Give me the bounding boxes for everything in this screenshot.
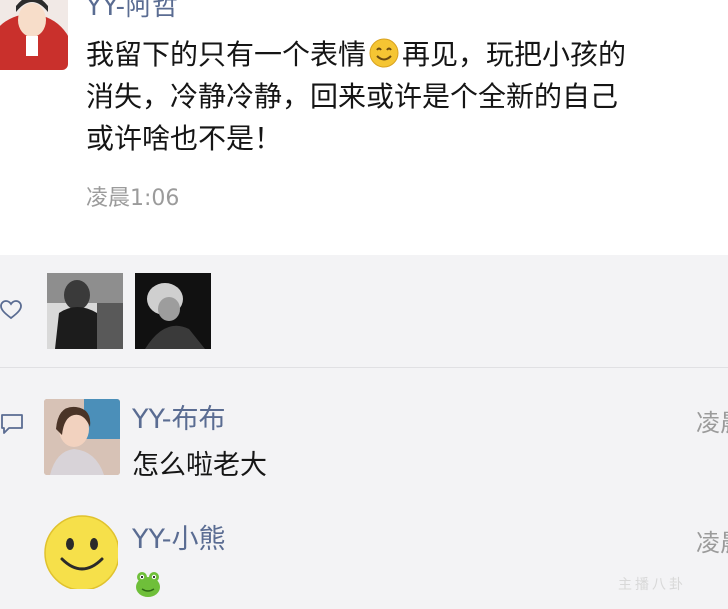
watermark: 主播八卦 [618,577,686,593]
poster-name[interactable]: YY-阿哲 [86,0,179,23]
post-text-line-1: 我留下的只有一个表情 再见，玩把小孩的 [86,34,728,76]
post-text-segment: 我留下的只有一个表情 [86,38,367,71]
post-text-segment: 再见，玩把小孩的 [402,38,627,71]
comment-text: 怎么啦老大 [132,450,267,481]
post-text-line-3: 或许啥也不是！ [86,122,283,155]
smile-emoji-icon [368,37,400,69]
interactions-panel: YY-布布 怎么啦老大 凌晨 YY-小熊 凌晨 [0,255,728,609]
post-timestamp: 凌晨1:06 [86,186,180,211]
green-frog-sticker-icon [132,567,164,599]
post-text-line-2: 消失，冷静冷静，回来或许是个全新的自己 [86,80,619,113]
poster-avatar[interactable] [0,0,68,70]
heart-outline-icon [0,300,22,320]
liker-avatar[interactable] [135,273,211,349]
commenter-avatar[interactable] [42,513,118,589]
comment-time: 凌晨 [696,409,728,437]
moments-post: YY-阿哲 我留下的只有一个表情 再见，玩把小孩的 消失，冷静冷静，回来或许是个… [0,0,728,250]
divider [0,367,728,368]
post-text: 我留下的只有一个表情 再见，玩把小孩的 消失，冷静冷静，回来或许是个全新的自己 … [86,34,728,160]
commenter-name[interactable]: YY-布布 [132,397,226,436]
liker-avatar[interactable] [47,273,123,349]
comment-bubble-icon [0,413,24,435]
commenter-name[interactable]: YY-小熊 [132,517,226,556]
comment-time: 凌晨 [696,529,728,557]
likes-row [0,255,728,365]
commenter-avatar[interactable] [44,399,120,475]
